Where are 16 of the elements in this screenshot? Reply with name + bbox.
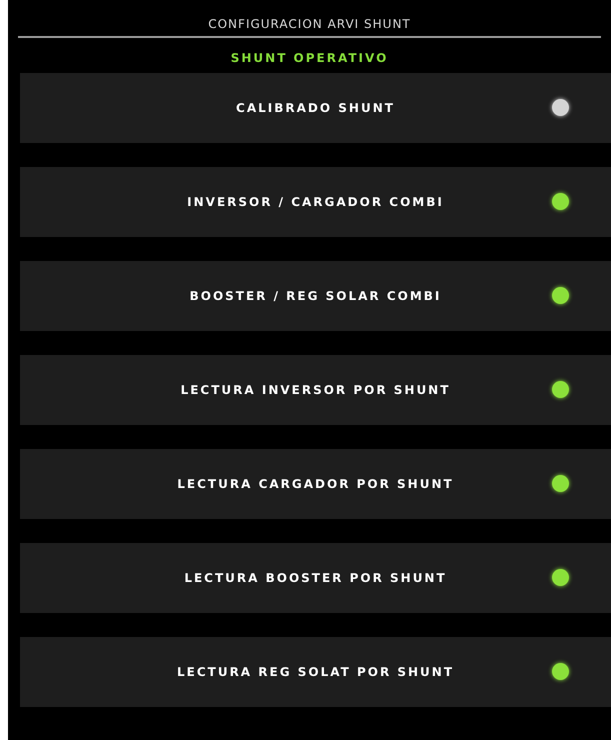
setting-label: LECTURA INVERSOR POR SHUNT bbox=[180, 382, 450, 399]
setting-label: LECTURA REG SOLAT POR SHUNT bbox=[176, 664, 454, 681]
setting-label: CALIBRADO SHUNT bbox=[236, 100, 395, 117]
setting-row[interactable]: INVERSOR / CARGADOR COMBI bbox=[20, 167, 611, 237]
setting-row[interactable]: LECTURA INVERSOR POR SHUNT bbox=[20, 355, 611, 425]
setting-row[interactable]: LECTURA BOOSTER POR SHUNT bbox=[20, 543, 611, 613]
setting-label: INVERSOR / CARGADOR COMBI bbox=[187, 194, 444, 211]
setting-row[interactable]: BOOSTER / REG SOLAR COMBI bbox=[20, 261, 611, 331]
status-text: SHUNT OPERATIVO bbox=[230, 50, 388, 66]
setting-row[interactable]: CALIBRADO SHUNT bbox=[20, 73, 611, 143]
setting-label: LECTURA BOOSTER POR SHUNT bbox=[184, 570, 447, 587]
setting-label: LECTURA CARGADOR POR SHUNT bbox=[177, 476, 454, 493]
setting-row[interactable]: LECTURA REG SOLAT POR SHUNT bbox=[20, 637, 611, 707]
panel-title: CONFIGURACION ARVI SHUNT bbox=[208, 16, 411, 32]
setting-row[interactable]: LECTURA CARGADOR POR SHUNT bbox=[20, 449, 611, 519]
setting-label: BOOSTER / REG SOLAR COMBI bbox=[190, 288, 442, 305]
